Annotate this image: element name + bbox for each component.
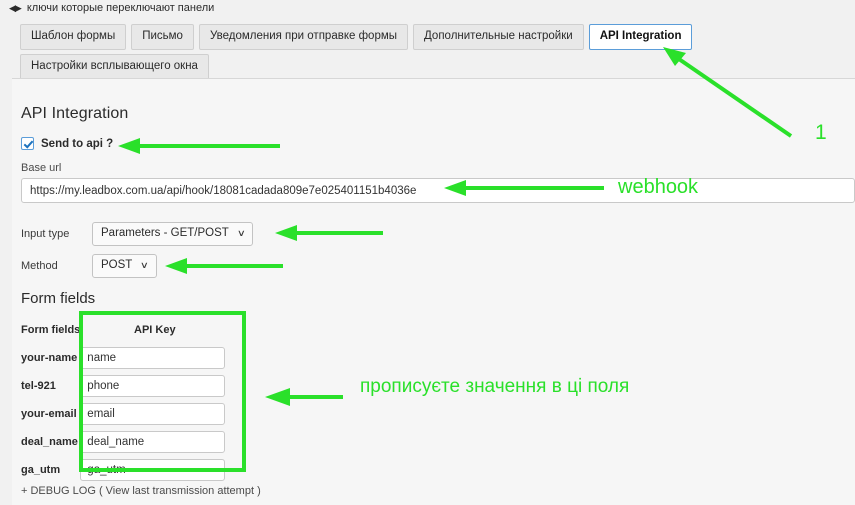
input-type-row: Input type Parameters - GET/POST ∨ xyxy=(21,222,254,246)
api-key-input-your-name[interactable] xyxy=(80,347,226,369)
method-select[interactable]: POST ∨ xyxy=(92,254,157,278)
table-row: your-email xyxy=(21,400,229,428)
input-type-value: Parameters - GET/POST xyxy=(101,227,229,239)
tab-additional-settings[interactable]: Дополнительные настройки xyxy=(413,24,584,50)
base-url-input[interactable] xyxy=(21,178,855,203)
panel-switch-hint-text: ключи которые переключают панели xyxy=(26,1,215,14)
tab-form-template[interactable]: Шаблон формы xyxy=(20,24,127,50)
table-header-row: Form fields API Key xyxy=(21,316,229,344)
tab-popup-settings[interactable]: Настройки всплывающего окна xyxy=(20,54,209,80)
form-fields-heading: Form fields xyxy=(21,290,96,307)
api-key-cell xyxy=(80,344,229,372)
form-field-name: deal_name xyxy=(21,436,78,448)
input-type-select[interactable]: Parameters - GET/POST ∨ xyxy=(92,222,254,246)
tab-row-secondary: Настройки всплывающего окна xyxy=(12,50,855,80)
method-value: POST xyxy=(101,259,133,271)
form-field-name: your-email xyxy=(21,408,77,420)
send-to-api-checkbox[interactable] xyxy=(21,137,34,150)
form-field-name: tel-921 xyxy=(21,380,56,392)
column-header-form-fields: Form fields xyxy=(21,324,81,336)
annotation-step-number: 1 xyxy=(815,121,827,144)
annotation-webhook-label: webhook xyxy=(618,176,699,198)
annotation-fields-instruction: прописуєте значення в ці поля xyxy=(360,376,630,397)
tab-row-primary: Шаблон формы Письмо Уведомления при отпр… xyxy=(12,16,855,50)
table-row: your-name xyxy=(21,344,229,372)
api-key-cell xyxy=(80,372,229,400)
left-right-arrows-icon: ◀▶ xyxy=(9,2,22,13)
base-url-label: Base url xyxy=(21,162,62,174)
table-row: deal_name xyxy=(21,428,229,456)
chevron-down-icon: ∨ xyxy=(236,228,246,238)
api-key-cell xyxy=(80,400,229,428)
panel-switch-hint-bar: ◀▶ ключи которые переключают панели xyxy=(0,0,855,16)
debug-log-link[interactable]: + DEBUG LOG ( View last transmission att… xyxy=(21,485,261,497)
api-key-cell xyxy=(80,428,229,456)
send-to-api-label: Send to api ? xyxy=(41,137,114,150)
form-field-name: ga_utm xyxy=(21,464,61,476)
api-key-input-tel-921[interactable] xyxy=(80,375,226,397)
table-row: tel-921 xyxy=(21,372,229,400)
form-field-name: your-name xyxy=(21,352,78,364)
api-integration-panel: API Integration Send to api ? Base url I… xyxy=(12,78,855,505)
send-to-api-row[interactable]: Send to api ? xyxy=(21,137,113,150)
page-title: API Integration xyxy=(21,105,129,122)
api-key-cell xyxy=(80,456,229,484)
input-type-label: Input type xyxy=(21,228,70,240)
tab-form-submit-notifications[interactable]: Уведомления при отправке формы xyxy=(198,24,409,50)
tab-strip: Шаблон формы Письмо Уведомления при отпр… xyxy=(12,16,855,80)
tab-api-integration[interactable]: API Integration xyxy=(588,24,693,50)
api-key-input-deal-name[interactable] xyxy=(80,431,226,453)
chevron-down-icon: ∨ xyxy=(140,260,150,270)
method-label: Method xyxy=(21,260,58,272)
method-row: Method POST ∨ xyxy=(21,254,157,278)
api-key-input-your-email[interactable] xyxy=(80,403,226,425)
table-row: ga_utm xyxy=(21,456,229,484)
api-key-input-ga-utm[interactable] xyxy=(80,459,226,481)
tab-letter[interactable]: Письмо xyxy=(131,24,194,50)
column-header-api-key: API Key xyxy=(134,324,176,336)
form-fields-table: Form fields API Key your-name tel-921 yo… xyxy=(21,316,229,484)
